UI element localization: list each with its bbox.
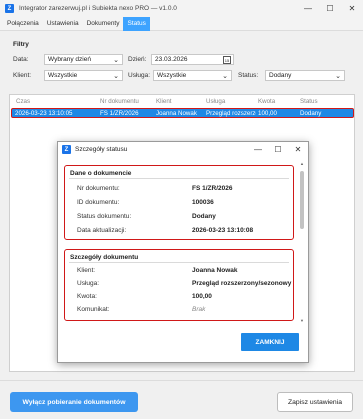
- usluga-select-value: Wszystkie: [157, 72, 187, 79]
- app-logo-icon: Z: [62, 145, 71, 154]
- filters-header: Filtry: [13, 41, 29, 48]
- field-label: ID dokumentu:: [77, 199, 120, 206]
- column-header-czas[interactable]: Czas: [16, 98, 30, 105]
- section-szczegoly-dokumentu: Szczegóły dokumentu Klient: Joanna Nowak…: [64, 249, 294, 321]
- bottom-bar: Wyłącz pobieranie dokumentów Zapisz usta…: [0, 380, 363, 419]
- maximize-icon[interactable]: ☐: [268, 142, 288, 157]
- minimize-icon[interactable]: —: [297, 0, 319, 17]
- close-icon[interactable]: ✕: [341, 0, 363, 17]
- filters-panel: Filtry Data: Wybrany dzień ⌄ Dzień: 23.0…: [3, 36, 360, 86]
- dialog-scrollbar[interactable]: ▲ ▼: [299, 161, 305, 324]
- scroll-up-icon[interactable]: ▲: [299, 161, 305, 167]
- window-title: Integrator zarezerwuj.pl i Subiekta nexo…: [19, 5, 177, 12]
- section-dane-o-dokumencie: Dane o dokumencie Nr dokumentu: FS 1/ZR/…: [64, 165, 294, 240]
- klient-label: Klient:: [13, 72, 32, 79]
- field-label: Kwota:: [77, 293, 97, 300]
- dzien-date-value: 23.03.2026: [155, 56, 188, 63]
- section-divider: [69, 262, 289, 263]
- section-title: Dane o dokumencie: [70, 170, 132, 177]
- menu-item-polaczenia[interactable]: Połączenia: [3, 17, 43, 31]
- status-label: Status:: [238, 72, 259, 79]
- dzien-label: Dzień:: [128, 56, 147, 63]
- field-label: Data aktualizacji:: [77, 227, 127, 234]
- section-title: Szczegóły dokumentu: [70, 254, 139, 261]
- field-label: Klient:: [77, 267, 96, 274]
- dialog-title: Szczegóły statusu: [75, 146, 128, 153]
- scroll-down-icon[interactable]: ▼: [299, 318, 305, 324]
- menu-item-dokumenty[interactable]: Dokumenty: [83, 17, 124, 31]
- chevron-down-icon: ⌄: [113, 57, 119, 64]
- dialog-title-bar: Z Szczegóły statusu — ☐ ✕: [58, 142, 308, 157]
- field-value: Dodany: [192, 213, 216, 220]
- cell-nr-dokumentu: FS 1/ZR/2026: [100, 110, 139, 117]
- chevron-down-icon: ⌄: [113, 73, 119, 80]
- field-label: Status dokumentu:: [77, 213, 132, 220]
- dialog-scroll-area[interactable]: Dane o dokumencie Nr dokumentu: FS 1/ZR/…: [62, 161, 298, 324]
- field-value: Joanna Nowak: [192, 267, 238, 274]
- usluga-label: Usługa:: [128, 72, 151, 79]
- section-divider: [69, 178, 289, 179]
- status-select[interactable]: Dodany ⌄: [265, 70, 345, 81]
- column-header-klient[interactable]: Klient: [156, 98, 171, 105]
- cell-czas: 2026-03-23 13:10:05: [15, 110, 73, 117]
- menu-item-status[interactable]: Status: [123, 16, 150, 31]
- title-bar: Z Integrator zarezerwuj.pl i Subiekta ne…: [0, 0, 363, 17]
- zamknij-button[interactable]: ZAMKNIJ: [241, 333, 299, 351]
- save-settings-button[interactable]: Zapisz ustawienia: [277, 392, 353, 412]
- cell-kwota: 100,00: [258, 110, 277, 117]
- field-value: 100036: [192, 199, 214, 206]
- data-select[interactable]: Wybrany dzień ⌄: [44, 54, 123, 65]
- chevron-down-icon: ⌄: [222, 73, 228, 80]
- field-value: 2026-03-23 13:10:08: [192, 227, 254, 234]
- status-select-value: Dodany: [269, 72, 292, 79]
- window-controls: — ☐ ✕: [297, 0, 363, 17]
- status-details-dialog: Z Szczegóły statusu — ☐ ✕ Dane o dokumen…: [57, 141, 309, 363]
- column-header-kwota[interactable]: Kwota: [258, 98, 275, 105]
- usluga-select[interactable]: Wszystkie ⌄: [153, 70, 232, 81]
- field-label: Nr dokumentu:: [77, 185, 120, 192]
- klient-select-value: Wszystkie: [48, 72, 78, 79]
- field-value: FS 1/ZR/2026: [192, 185, 233, 192]
- app-logo-icon: Z: [5, 4, 14, 13]
- scrollbar-thumb[interactable]: [300, 171, 304, 229]
- field-label: Usługa:: [77, 280, 100, 287]
- maximize-icon[interactable]: ☐: [319, 0, 341, 17]
- minimize-icon[interactable]: —: [248, 142, 268, 157]
- chevron-down-icon: ⌄: [335, 73, 341, 80]
- table-row[interactable]: 2026-03-23 13:10:05 FS 1/ZR/2026 Joanna …: [11, 108, 354, 118]
- data-select-value: Wybrany dzień: [48, 56, 91, 63]
- grid-header: Czas Nr dokumentu Klient Usługa Kwota St…: [10, 95, 354, 107]
- dialog-window-controls: — ☐ ✕: [248, 142, 308, 157]
- close-icon[interactable]: ✕: [288, 142, 308, 157]
- column-header-status[interactable]: Status: [300, 98, 318, 105]
- menu-item-ustawienia[interactable]: Ustawienia: [43, 17, 83, 31]
- field-label: Komunikat:: [77, 306, 110, 313]
- column-header-usluga[interactable]: Usługa: [206, 98, 225, 105]
- klient-select[interactable]: Wszystkie ⌄: [44, 70, 123, 81]
- data-label: Data:: [13, 56, 29, 63]
- field-value: 100,00: [192, 293, 212, 300]
- dzien-date-input[interactable]: 23.03.2026 15: [151, 54, 234, 65]
- cell-usluga: Przegląd rozszerzo: [206, 110, 256, 117]
- field-value: Brak: [192, 306, 206, 313]
- field-value: Przegląd rozszerzony/sezonowy: [192, 280, 292, 287]
- stop-download-button[interactable]: Wyłącz pobieranie dokumentów: [10, 392, 138, 412]
- column-header-nr-dokumentu[interactable]: Nr dokumentu: [100, 98, 139, 105]
- cell-status: Dodany: [300, 110, 322, 117]
- menu-bar: Połączenia Ustawienia Dokumenty Status: [0, 16, 363, 31]
- cell-klient: Joanna Nowak: [156, 110, 197, 117]
- calendar-icon[interactable]: 15: [223, 56, 231, 64]
